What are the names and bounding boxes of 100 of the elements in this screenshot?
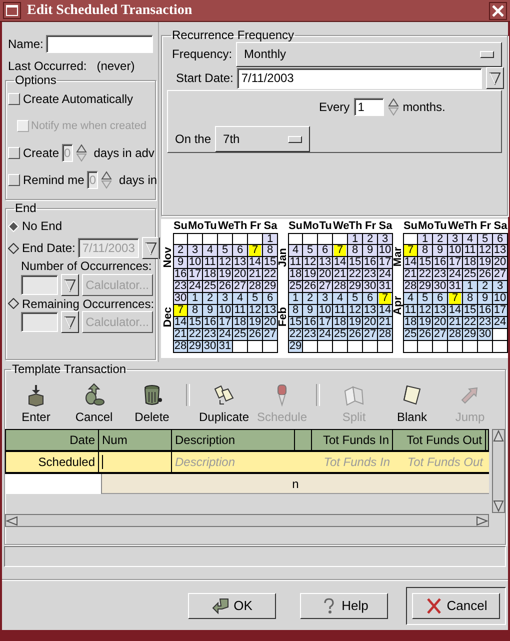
day-cell[interactable]: 18 — [333, 317, 348, 329]
day-cell[interactable]: 24 — [493, 317, 508, 329]
horizontal-scrollbar[interactable] — [5, 514, 489, 527]
cancel-toolbar-button[interactable]: Cancel — [65, 383, 123, 424]
day-cell[interactable]: 13 — [493, 245, 508, 257]
day-cell[interactable]: 15 — [463, 305, 478, 317]
day-cell[interactable]: 25 — [288, 281, 303, 293]
day-cell[interactable]: 14 — [378, 305, 393, 317]
day-cell[interactable]: 17 — [493, 305, 508, 317]
day-cell[interactable]: 9 — [363, 245, 378, 257]
day-cell[interactable]: 16 — [303, 317, 318, 329]
day-cell[interactable]: 20 — [263, 317, 278, 329]
start-date-field[interactable]: 7/11/2003 — [237, 68, 482, 88]
day-cell[interactable]: 25 — [203, 281, 218, 293]
occurrences-field[interactable] — [21, 275, 58, 295]
dropdown-button[interactable] — [60, 274, 79, 296]
day-cell[interactable]: 29 — [263, 281, 278, 293]
day-cell[interactable]: 19 — [418, 317, 433, 329]
day-cell[interactable]: 4 — [403, 293, 418, 305]
day-cell[interactable]: 12 — [218, 257, 233, 269]
day-cell[interactable]: 10 — [218, 305, 233, 317]
day-cell[interactable]: 11 — [233, 305, 248, 317]
day-cell[interactable]: 15 — [418, 257, 433, 269]
every-field[interactable]: 1 — [354, 98, 384, 116]
day-cell[interactable]: 5 — [418, 293, 433, 305]
day-cell[interactable]: 4 — [233, 293, 248, 305]
day-cell[interactable]: 25 — [403, 329, 418, 341]
day-cell[interactable]: 7 — [173, 305, 188, 317]
radio-button[interactable] — [8, 242, 19, 254]
day-cell[interactable]: 8 — [188, 305, 203, 317]
day-cell[interactable]: 30 — [363, 281, 378, 293]
day-cell[interactable]: 26 — [418, 329, 433, 341]
column-header[interactable]: Date — [6, 430, 99, 450]
day-cell[interactable]: 11 — [463, 245, 478, 257]
blank-toolbar-button[interactable]: Blank — [383, 383, 441, 424]
day-cell[interactable]: 3 — [218, 293, 233, 305]
day-cell[interactable]: 6 — [318, 245, 333, 257]
day-cell[interactable]: 19 — [248, 317, 263, 329]
day-cell[interactable]: 9 — [303, 305, 318, 317]
day-cell[interactable]: 12 — [418, 305, 433, 317]
day-cell[interactable]: 28 — [403, 281, 418, 293]
day-cell[interactable]: 14 — [448, 305, 463, 317]
day-cell[interactable]: 25 — [333, 329, 348, 341]
vertical-scrollbar[interactable] — [492, 429, 505, 513]
day-cell[interactable]: 31 — [448, 281, 463, 293]
date-dropdown-button[interactable] — [142, 237, 160, 259]
day-cell[interactable]: 26 — [218, 281, 233, 293]
day-cell[interactable]: 8 — [263, 245, 278, 257]
day-cell[interactable]: 29 — [288, 341, 303, 353]
day-cell[interactable]: 3 — [318, 293, 333, 305]
day-cell[interactable]: 26 — [303, 281, 318, 293]
day-cell[interactable]: 3 — [493, 281, 508, 293]
day-cell[interactable]: 23 — [433, 269, 448, 281]
day-cell[interactable]: 15 — [188, 317, 203, 329]
day-cell[interactable]: 15 — [263, 257, 278, 269]
day-cell[interactable]: 3 — [448, 233, 463, 245]
day-cell[interactable]: 22 — [188, 329, 203, 341]
day-cell[interactable]: 10 — [188, 257, 203, 269]
column-header[interactable]: Num — [99, 430, 172, 450]
scroll-right-icon[interactable] — [476, 516, 488, 526]
day-cell[interactable]: 7 — [378, 293, 393, 305]
day-cell[interactable]: 19 — [303, 269, 318, 281]
day-cell[interactable]: 7 — [248, 245, 263, 257]
day-cell[interactable]: 18 — [463, 257, 478, 269]
day-cell[interactable]: 31 — [218, 341, 233, 353]
day-cell[interactable]: 17 — [378, 257, 393, 269]
delete-toolbar-button[interactable]: Delete — [123, 383, 181, 424]
day-cell[interactable]: 20 — [433, 317, 448, 329]
column-header[interactable]: Description — [172, 430, 295, 450]
day-cell[interactable]: 18 — [288, 269, 303, 281]
day-cell[interactable]: 8 — [348, 245, 363, 257]
day-cell[interactable]: 15 — [348, 257, 363, 269]
column-header[interactable]: Tot Funds Out — [393, 430, 486, 450]
day-cell[interactable]: 16 — [173, 269, 188, 281]
day-cell[interactable]: 26 — [348, 329, 363, 341]
day-cell[interactable]: 8 — [288, 305, 303, 317]
day-cell[interactable]: 4 — [333, 293, 348, 305]
day-cell[interactable]: 20 — [318, 269, 333, 281]
day-cell[interactable]: 5 — [248, 293, 263, 305]
day-cell[interactable]: 12 — [348, 305, 363, 317]
day-cell[interactable]: 22 — [263, 269, 278, 281]
day-cell[interactable]: 20 — [233, 269, 248, 281]
day-cell[interactable]: 15 — [288, 317, 303, 329]
day-cell[interactable]: 8 — [463, 293, 478, 305]
day-cell[interactable]: 14 — [248, 257, 263, 269]
day-cell[interactable]: 1 — [263, 233, 278, 245]
day-cell[interactable]: 27 — [233, 281, 248, 293]
day-cell[interactable]: 11 — [203, 257, 218, 269]
day-cell[interactable]: 28 — [448, 329, 463, 341]
day-cell[interactable]: 1 — [348, 233, 363, 245]
day-cell[interactable]: 16 — [433, 257, 448, 269]
day-cell[interactable]: 21 — [448, 317, 463, 329]
day-cell[interactable]: 14 — [403, 257, 418, 269]
frequency-menu[interactable]: Monthly — [236, 42, 502, 66]
scroll-left-icon[interactable] — [6, 516, 18, 526]
day-cell[interactable]: 8 — [418, 245, 433, 257]
close-button[interactable] — [489, 2, 507, 20]
num-field[interactable] — [99, 452, 172, 472]
scroll-down-icon[interactable] — [493, 500, 504, 512]
day-cell[interactable]: 29 — [418, 281, 433, 293]
